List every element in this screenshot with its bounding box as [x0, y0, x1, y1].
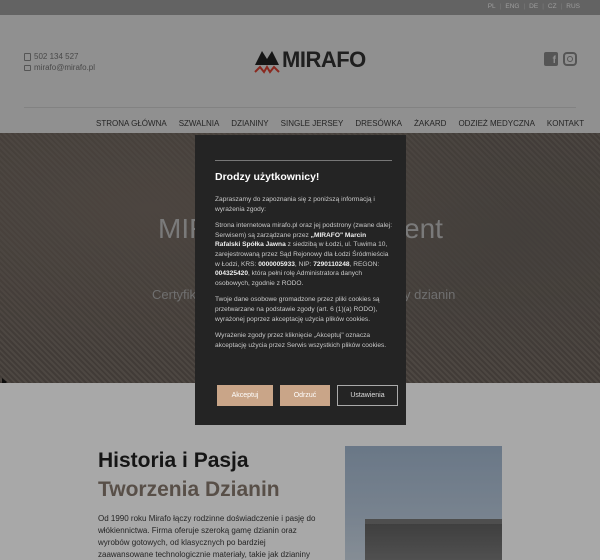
dialog-buttons: Akceptuj Odrzuć Ustawienia: [217, 385, 398, 406]
dialog-intro: Zapraszamy do zapoznania się z poniższą …: [215, 196, 375, 213]
dialog-body: Zapraszamy do zapoznania się z poniższą …: [215, 195, 393, 357]
dialog-cookies-info: Twoje dane osobowe gromadzone przez plik…: [215, 296, 380, 323]
dialog-title: Drodzy użytkownicy!: [215, 171, 320, 183]
dialog-admin-info: Strona internetowa mirafo.pl oraz jej po…: [215, 221, 393, 288]
admin-text: , REGON:: [349, 260, 380, 268]
dialog-divider: [215, 160, 392, 161]
cookie-consent-dialog: Drodzy użytkownicy! Zapraszamy do zapozn…: [195, 135, 406, 425]
regon-number: 004325420: [215, 270, 249, 278]
settings-button[interactable]: Ustawienia: [337, 385, 398, 406]
admin-text: , NIP:: [294, 260, 314, 268]
accept-button[interactable]: Akceptuj: [217, 385, 273, 406]
dialog-consent-info: Wyrażenie zgody przez kliknięcie „Akcept…: [215, 332, 387, 349]
krs-number: 0000005933: [258, 260, 295, 268]
reject-button[interactable]: Odrzuć: [280, 385, 330, 406]
nip-number: 7290110248: [313, 260, 350, 268]
